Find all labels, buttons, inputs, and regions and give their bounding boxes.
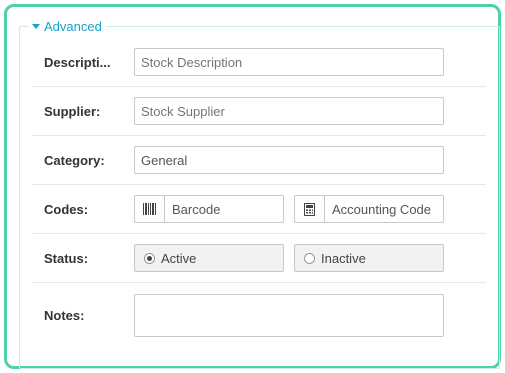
calculator-icon bbox=[295, 196, 325, 222]
status-label: Status: bbox=[44, 250, 89, 266]
accounting-code-field[interactable]: Accounting Code bbox=[294, 195, 444, 223]
description-input[interactable] bbox=[134, 48, 444, 76]
category-label: Category: bbox=[44, 152, 105, 168]
advanced-section-title: Advanced bbox=[44, 18, 102, 34]
barcode-field[interactable]: Barcode bbox=[134, 195, 284, 223]
notes-textarea[interactable] bbox=[134, 294, 444, 337]
description-row: Descripti... bbox=[32, 38, 486, 87]
status-active-label: Active bbox=[161, 250, 197, 266]
status-row: Status: Active Inactive bbox=[32, 234, 486, 283]
notes-label: Notes: bbox=[44, 307, 85, 323]
accounting-code-placeholder: Accounting Code bbox=[332, 201, 432, 217]
description-label: Descripti... bbox=[44, 54, 111, 70]
supplier-row: Supplier: bbox=[32, 87, 486, 136]
supplier-label: Supplier: bbox=[44, 103, 101, 119]
barcode-icon bbox=[135, 196, 165, 222]
notes-row: Notes: bbox=[32, 283, 486, 347]
radio-unselected-icon bbox=[304, 252, 315, 264]
category-input[interactable] bbox=[134, 146, 444, 174]
barcode-placeholder: Barcode bbox=[172, 201, 221, 217]
category-row: Category: bbox=[32, 136, 486, 185]
advanced-panel-frame: Advanced Descripti... Supplier: Category… bbox=[4, 4, 501, 369]
caret-down-icon bbox=[32, 23, 40, 29]
supplier-input[interactable] bbox=[134, 97, 444, 125]
codes-row: Codes: Barcode Accounting Code bbox=[32, 185, 486, 234]
status-active-radio[interactable]: Active bbox=[134, 244, 284, 272]
advanced-section-toggle[interactable]: Advanced bbox=[29, 17, 106, 35]
codes-label: Codes: bbox=[44, 201, 89, 217]
status-inactive-radio[interactable]: Inactive bbox=[294, 244, 444, 272]
status-inactive-label: Inactive bbox=[321, 250, 366, 266]
radio-selected-icon bbox=[144, 252, 155, 264]
